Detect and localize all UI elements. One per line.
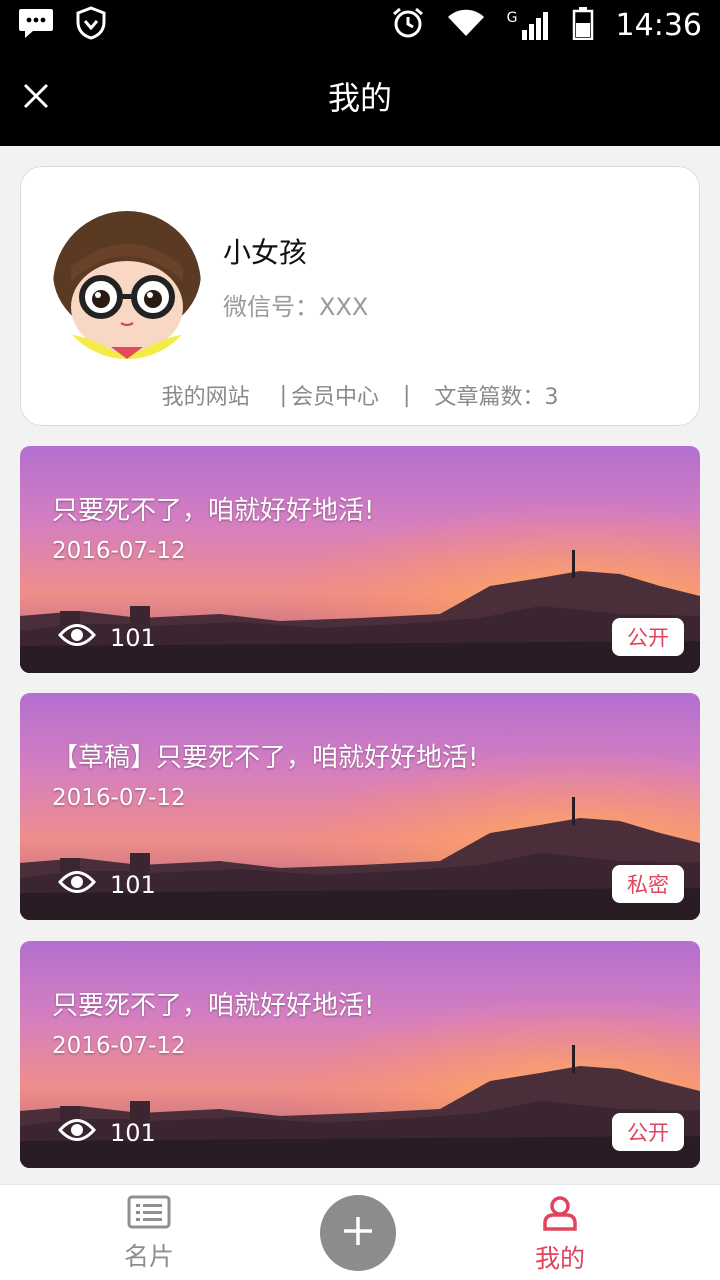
nav-bar: 我的 bbox=[0, 50, 720, 146]
profile-wechat-id: 微信号：XXX bbox=[223, 293, 369, 321]
profile-card: 小女孩 微信号：XXX 我的网站 | 会员中心 | 文章篇数：3 bbox=[20, 166, 700, 426]
article-card[interactable]: 【草稿】只要死不了，咱就好好地活! 2016-07-12 101 私密 bbox=[20, 693, 700, 920]
article-views: 101 bbox=[57, 1117, 156, 1149]
member-center-link[interactable]: 会员中心 bbox=[291, 379, 379, 411]
status-right: G 14:36 bbox=[391, 6, 702, 44]
view-count: 101 bbox=[110, 1119, 156, 1147]
article-views: 101 bbox=[57, 622, 156, 654]
article-date: 2016-07-12 bbox=[52, 538, 186, 564]
article-title: 只要死不了，咱就好好地活! bbox=[52, 496, 375, 526]
battery-icon bbox=[572, 6, 594, 44]
eye-icon bbox=[57, 869, 97, 901]
visibility-badge: 公开 bbox=[612, 618, 684, 656]
page-title: 我的 bbox=[327, 79, 392, 117]
article-title: 只要死不了，咱就好好地活! bbox=[52, 991, 375, 1021]
message-icon bbox=[18, 7, 54, 43]
article-card[interactable]: 只要死不了，咱就好好地活! 2016-07-12 101 公开 bbox=[20, 941, 700, 1168]
visibility-badge: 公开 bbox=[612, 1113, 684, 1151]
article-count: 文章篇数：3 bbox=[434, 385, 559, 410]
shield-icon bbox=[76, 6, 106, 44]
link-separator: | bbox=[403, 382, 411, 408]
article-date: 2016-07-12 bbox=[52, 785, 186, 811]
status-bar: G 14:36 bbox=[0, 0, 720, 50]
wifi-icon bbox=[447, 8, 485, 42]
eye-icon bbox=[57, 1117, 97, 1149]
article-views: 101 bbox=[57, 869, 156, 901]
article-date: 2016-07-12 bbox=[52, 1033, 186, 1059]
add-button[interactable] bbox=[320, 1195, 396, 1271]
view-count: 101 bbox=[110, 624, 156, 652]
view-count: 101 bbox=[110, 871, 156, 899]
status-time: 14:36 bbox=[615, 7, 702, 43]
tab-cards-label: 名片 bbox=[123, 1242, 174, 1271]
visibility-badge: 私密 bbox=[612, 865, 684, 903]
link-separator: | bbox=[279, 382, 287, 408]
network-type: G bbox=[506, 10, 518, 26]
tab-mine-label: 我的 bbox=[534, 1244, 585, 1273]
alarm-icon bbox=[391, 6, 425, 44]
article-card[interactable]: 只要死不了，咱就好好地活! 2016-07-12 101 公开 bbox=[20, 446, 700, 673]
profile-links: 我的网站 | 会员中心 | 文章篇数：3 bbox=[21, 377, 699, 413]
eye-icon bbox=[57, 622, 97, 654]
list-icon bbox=[127, 1195, 171, 1233]
my-website-link[interactable]: 我的网站 bbox=[162, 379, 250, 411]
signal-icon: G bbox=[507, 10, 550, 40]
profile-name: 小女孩 bbox=[223, 236, 308, 269]
status-left bbox=[18, 6, 106, 44]
article-title: 【草稿】只要死不了，咱就好好地活! bbox=[52, 743, 479, 773]
avatar[interactable] bbox=[53, 211, 201, 359]
tab-mine[interactable]: 我的 bbox=[500, 1195, 620, 1279]
user-icon bbox=[542, 1195, 578, 1235]
plus-icon bbox=[341, 1214, 375, 1252]
tab-cards[interactable]: 名片 bbox=[89, 1195, 209, 1279]
